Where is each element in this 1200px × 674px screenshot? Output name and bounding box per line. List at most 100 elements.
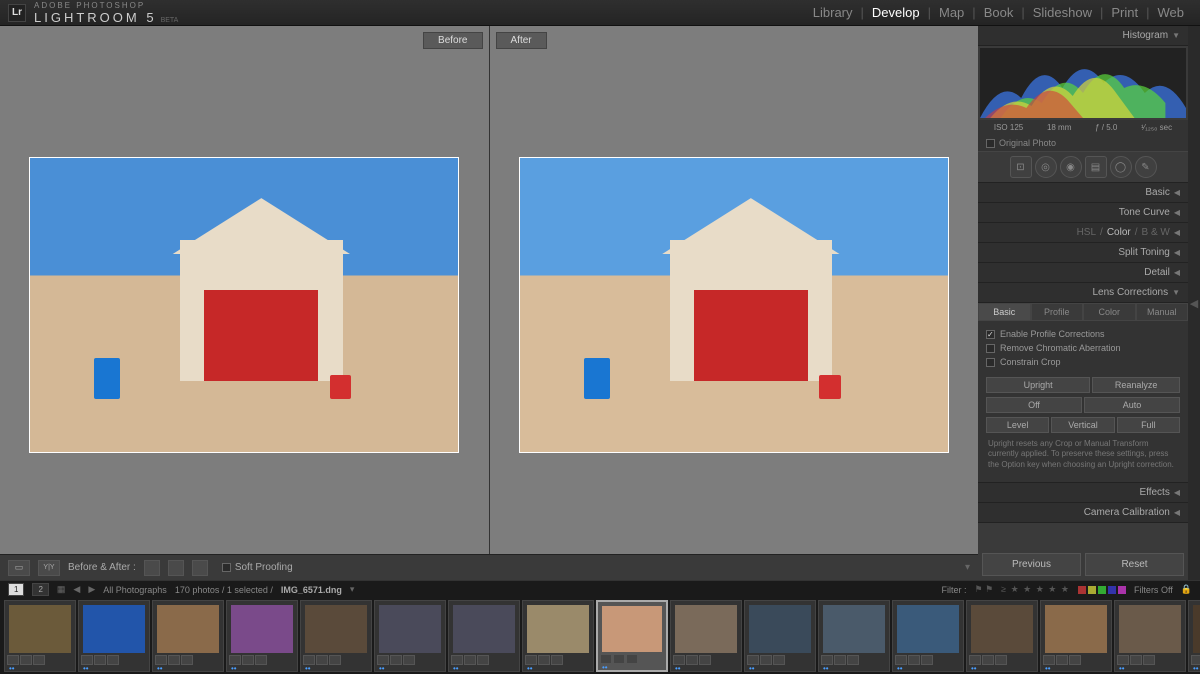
photo-count: 170 photos / 1 selected / bbox=[175, 585, 273, 595]
filmstrip-thumb[interactable]: •• bbox=[1188, 600, 1200, 672]
app-header: Lr ADOBE PHOTOSHOP LIGHTROOM 5 BETA Libr… bbox=[0, 0, 1200, 26]
filter-lock-icon[interactable]: 🔒 bbox=[1181, 584, 1192, 595]
filmstrip-thumb[interactable]: •• bbox=[522, 600, 594, 672]
brand-block: ADOBE PHOTOSHOP LIGHTROOM 5 BETA bbox=[34, 1, 178, 25]
enable-profile-checkbox[interactable] bbox=[986, 330, 995, 339]
effects-panel-header[interactable]: Effects◀ bbox=[978, 483, 1188, 503]
filmstrip-thumb[interactable]: •• bbox=[966, 600, 1038, 672]
chevron-left-icon: ◀ bbox=[1174, 208, 1180, 217]
chevron-down-icon: ▼ bbox=[1172, 288, 1180, 297]
module-book[interactable]: Book bbox=[976, 5, 1022, 20]
lens-tab-profile[interactable]: Profile bbox=[1031, 303, 1084, 321]
tonecurve-panel-header[interactable]: Tone Curve◀ bbox=[978, 203, 1188, 223]
cameracal-panel-header[interactable]: Camera Calibration◀ bbox=[978, 503, 1188, 523]
lens-tab-color[interactable]: Color bbox=[1083, 303, 1136, 321]
before-pane[interactable]: Before bbox=[0, 26, 490, 554]
upright-level-button[interactable]: Level bbox=[986, 417, 1049, 433]
chevron-left-icon: ◀ bbox=[1174, 188, 1180, 197]
filmstrip-thumb[interactable]: •• bbox=[670, 600, 742, 672]
filmstrip-thumb[interactable]: •• bbox=[596, 600, 668, 672]
brand-beta: BETA bbox=[161, 17, 179, 24]
nav-back-icon[interactable]: ◀ bbox=[73, 584, 80, 595]
reanalyze-button[interactable]: Reanalyze bbox=[1092, 377, 1180, 393]
before-photo bbox=[29, 157, 459, 453]
upright-off-button[interactable]: Off bbox=[986, 397, 1082, 413]
histogram-meta: ISO 125 18 mm ƒ / 5.0 ¹⁄₁₂₅₀ sec bbox=[978, 120, 1188, 135]
color-filter[interactable] bbox=[1078, 586, 1126, 594]
original-photo-row[interactable]: Original Photo bbox=[978, 135, 1188, 151]
histogram-header[interactable]: Histogram▼ bbox=[978, 26, 1188, 46]
copy-after-button[interactable] bbox=[192, 560, 208, 576]
right-panel-collapse[interactable]: ◀ bbox=[1188, 26, 1200, 580]
filmstrip-thumb[interactable]: •• bbox=[1114, 600, 1186, 672]
hsl-panel-header[interactable]: HSL/ Color/ B & W ◀ bbox=[978, 223, 1188, 243]
filmstrip-thumb[interactable]: •• bbox=[78, 600, 150, 672]
constrain-crop-checkbox[interactable] bbox=[986, 358, 995, 367]
page-2-button[interactable]: 2 bbox=[32, 583, 48, 596]
remove-ca-checkbox[interactable] bbox=[986, 344, 995, 353]
soft-proofing-label: Soft Proofing bbox=[235, 562, 293, 573]
filmstrip-thumb[interactable]: •• bbox=[892, 600, 964, 672]
chevron-left-icon: ◀ bbox=[1174, 488, 1180, 497]
chevron-left-icon: ◀ bbox=[1174, 248, 1180, 257]
lens-panel-header[interactable]: Lens Corrections▼ bbox=[978, 283, 1188, 303]
brand-name: LIGHTROOM 5 bbox=[34, 10, 157, 25]
toolbar-dropdown-icon[interactable]: ▾ bbox=[965, 562, 970, 573]
reset-button[interactable]: Reset bbox=[1085, 553, 1184, 576]
filmstrip-thumb[interactable]: •• bbox=[4, 600, 76, 672]
brush-tool-icon[interactable]: ✎ bbox=[1135, 156, 1157, 178]
redeye-tool-icon[interactable]: ◉ bbox=[1060, 156, 1082, 178]
module-slideshow[interactable]: Slideshow bbox=[1025, 5, 1100, 20]
aperture-value: ƒ / 5.0 bbox=[1095, 123, 1117, 132]
filmstrip-thumb[interactable]: •• bbox=[152, 600, 224, 672]
module-print[interactable]: Print bbox=[1103, 5, 1146, 20]
flag-filter-icon[interactable]: ⚑ ⚑ bbox=[975, 584, 994, 595]
filter-label: Filter : bbox=[941, 585, 966, 595]
shutter-value: ¹⁄₁₂₅₀ sec bbox=[1141, 123, 1172, 132]
swap-button[interactable] bbox=[144, 560, 160, 576]
chevron-left-icon: ◀ bbox=[1174, 268, 1180, 277]
module-develop[interactable]: Develop bbox=[864, 5, 928, 20]
upright-full-button[interactable]: Full bbox=[1117, 417, 1180, 433]
upright-auto-button[interactable]: Auto bbox=[1084, 397, 1180, 413]
upright-vertical-button[interactable]: Vertical bbox=[1051, 417, 1114, 433]
filmstrip-thumb[interactable]: •• bbox=[818, 600, 890, 672]
splittoning-panel-header[interactable]: Split Toning◀ bbox=[978, 243, 1188, 263]
original-photo-checkbox[interactable] bbox=[986, 139, 995, 148]
module-web[interactable]: Web bbox=[1150, 5, 1193, 20]
rating-filter[interactable]: ≥ ★ ★ ★ ★ ★ bbox=[1001, 584, 1070, 595]
compare-view-button[interactable]: Y|Y bbox=[38, 560, 60, 576]
radial-tool-icon[interactable]: ◯ bbox=[1110, 156, 1132, 178]
filmstrip-thumb[interactable]: •• bbox=[1040, 600, 1112, 672]
filmstrip[interactable]: •••••••••••••••••••••••••••••••••• bbox=[0, 598, 1200, 674]
lens-tab-manual[interactable]: Manual bbox=[1136, 303, 1189, 321]
filmstrip-thumb[interactable]: •• bbox=[448, 600, 520, 672]
tool-strip: ⊡ ◎ ◉ ▤ ◯ ✎ bbox=[978, 151, 1188, 183]
grid-icon[interactable]: ▦ bbox=[57, 584, 66, 595]
filmstrip-thumb[interactable]: •• bbox=[744, 600, 816, 672]
crop-tool-icon[interactable]: ⊡ bbox=[1010, 156, 1032, 178]
loupe-view-button[interactable]: ▭ bbox=[8, 560, 30, 576]
gradient-tool-icon[interactable]: ▤ bbox=[1085, 156, 1107, 178]
chevron-down-icon: ▼ bbox=[1172, 31, 1180, 40]
filmstrip-thumb[interactable]: •• bbox=[226, 600, 298, 672]
basic-panel-header[interactable]: Basic◀ bbox=[978, 183, 1188, 203]
spot-tool-icon[interactable]: ◎ bbox=[1035, 156, 1057, 178]
breadcrumb[interactable]: All Photographs bbox=[103, 585, 167, 595]
previous-button[interactable]: Previous bbox=[982, 553, 1081, 576]
nav-fwd-icon[interactable]: ▶ bbox=[88, 584, 95, 595]
filmstrip-thumb[interactable]: •• bbox=[374, 600, 446, 672]
page-1-button[interactable]: 1 bbox=[8, 583, 24, 596]
histogram-display[interactable] bbox=[980, 48, 1186, 118]
module-map[interactable]: Map bbox=[931, 5, 972, 20]
copy-before-button[interactable] bbox=[168, 560, 184, 576]
after-pane[interactable]: After bbox=[490, 26, 979, 554]
lens-tab-basic[interactable]: Basic bbox=[978, 303, 1031, 321]
detail-panel-header[interactable]: Detail◀ bbox=[978, 263, 1188, 283]
filmstrip-thumb[interactable]: •• bbox=[300, 600, 372, 672]
soft-proofing-checkbox[interactable] bbox=[222, 563, 231, 572]
module-library[interactable]: Library bbox=[805, 5, 861, 20]
before-label: Before bbox=[423, 32, 482, 49]
before-after-label: Before & After : bbox=[68, 562, 136, 573]
filters-off-label[interactable]: Filters Off bbox=[1134, 585, 1173, 595]
